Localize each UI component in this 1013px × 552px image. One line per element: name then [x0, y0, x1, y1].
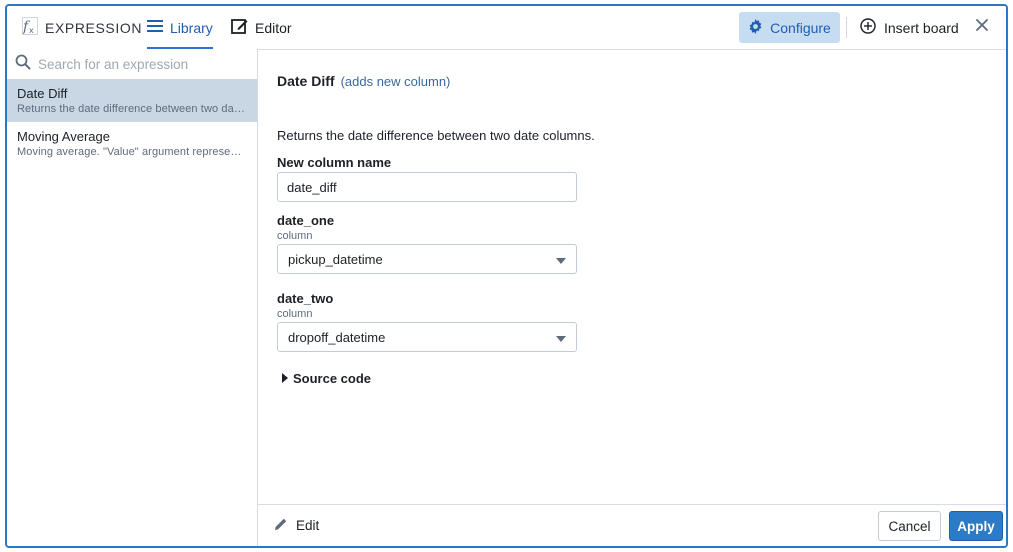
library-item-name: Date Diff [17, 86, 68, 101]
date-one-label: date_one [277, 213, 335, 228]
pencil-icon [274, 517, 296, 534]
detail-description: Returns the date difference between two … [277, 128, 595, 143]
source-code-label: Source code [293, 371, 372, 386]
tab-library[interactable]: Library [147, 6, 213, 50]
close-button[interactable] [973, 18, 991, 36]
caret-down-icon [556, 330, 566, 345]
date-two-select[interactable]: dropoff_datetime [277, 322, 577, 352]
close-icon [976, 18, 988, 36]
detail-subtitle: (adds new column) [340, 74, 451, 89]
expression-detail-panel: Date Diff (adds new column) Returns the … [258, 49, 1006, 505]
library-item-description: Moving average. "Value" argument represe… [17, 146, 247, 158]
library-item-description: Returns the date difference between two … [17, 103, 247, 115]
gear-icon [748, 18, 770, 37]
date-one-select[interactable]: pickup_datetime [277, 244, 577, 274]
new-column-label: New column name [277, 155, 392, 170]
source-code-toggle[interactable]: Source code [282, 371, 371, 386]
configure-button[interactable]: Configure [739, 12, 840, 43]
date-two-label: date_two [277, 291, 334, 306]
apply-button[interactable]: Apply [949, 511, 1003, 541]
date-one-value: pickup_datetime [288, 251, 383, 267]
search-input[interactable] [38, 56, 238, 72]
tab-expression-label: EXPRESSION [45, 19, 143, 36]
caret-right-icon [282, 371, 293, 386]
caret-down-icon [556, 252, 566, 267]
expression-library-sidebar: Date Diff Returns the date difference be… [7, 49, 258, 546]
new-column-name-input[interactable] [277, 172, 577, 202]
tab-library-label: Library [170, 19, 213, 36]
edit-label: Edit [296, 518, 320, 533]
edit-icon [231, 18, 255, 38]
list-icon [147, 19, 170, 36]
search-box [7, 49, 257, 79]
library-item-date-diff[interactable]: Date Diff Returns the date difference be… [7, 79, 257, 122]
configure-label: Configure [770, 19, 831, 36]
add-circle-icon [860, 18, 884, 37]
search-icon [7, 54, 38, 75]
tab-editor-label: Editor [255, 19, 292, 36]
cancel-button[interactable]: Cancel [878, 511, 941, 541]
library-item-moving-average[interactable]: Moving Average Moving average. "Value" a… [7, 122, 257, 165]
date-two-value: dropoff_datetime [288, 329, 386, 345]
detail-title: Date Diff [277, 73, 335, 89]
toolbar-divider [846, 17, 847, 38]
tab-expression: f x EXPRESSION [22, 6, 142, 49]
dialog-footer: Edit Cancel Apply [258, 504, 1006, 546]
date-one-type: column [277, 230, 313, 242]
function-icon: f x [22, 17, 45, 38]
detail-header: Date Diff (adds new column) [277, 73, 450, 89]
svg-text:x: x [29, 26, 34, 35]
insert-board-label: Insert board [884, 19, 959, 36]
library-item-name: Moving Average [17, 129, 110, 144]
top-bar: f x EXPRESSION Library Editor Configure … [7, 6, 1006, 50]
tab-editor[interactable]: Editor [231, 6, 292, 49]
expression-dialog: f x EXPRESSION Library Editor Configure … [5, 4, 1008, 548]
date-two-type: column [277, 308, 313, 320]
insert-board-button[interactable]: Insert board [860, 12, 959, 43]
edit-button[interactable]: Edit [274, 505, 319, 546]
